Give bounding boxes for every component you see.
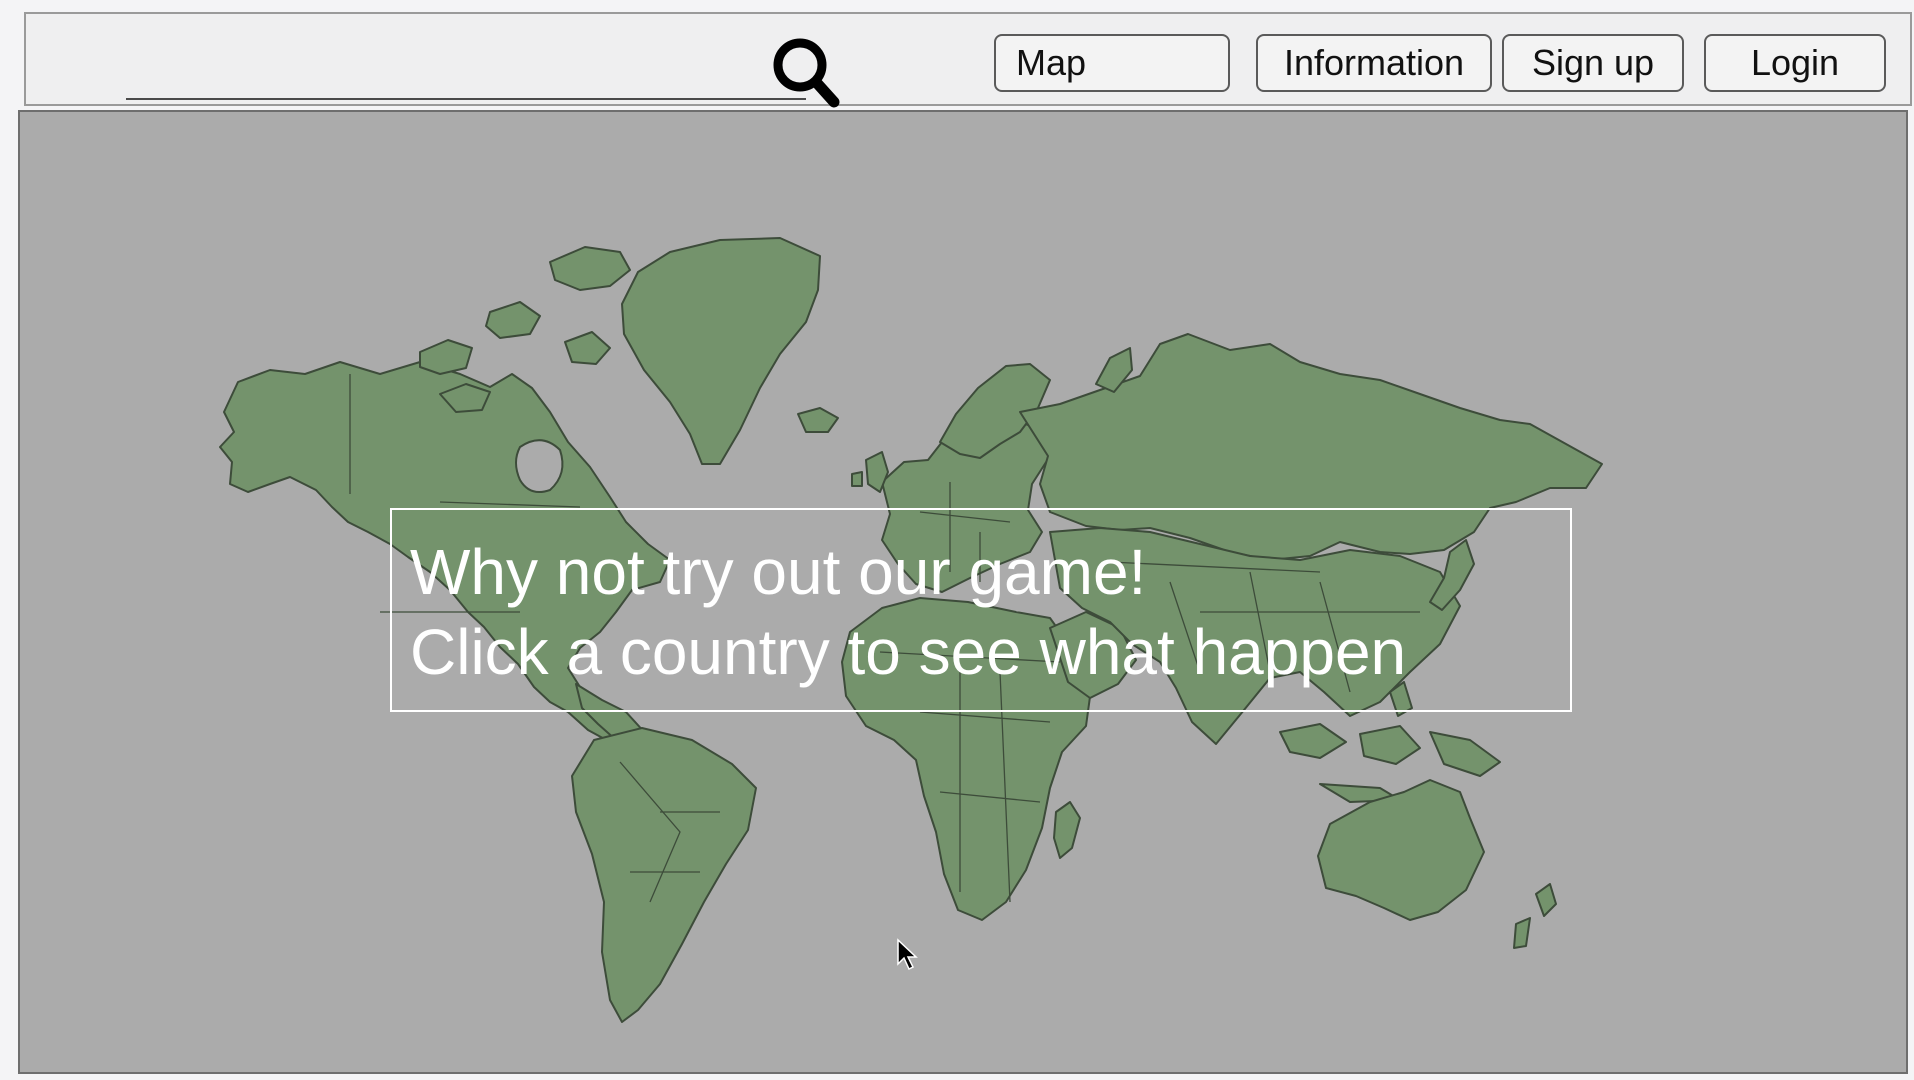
country-iceland[interactable] — [797, 407, 839, 433]
top-navigation-bar: Map Information Sign up Login — [24, 12, 1912, 108]
country-united-kingdom[interactable] — [851, 451, 889, 493]
country-north-america[interactable] — [219, 361, 671, 753]
search-icon — [773, 38, 840, 108]
country-greenland[interactable] — [621, 237, 821, 465]
search-button[interactable] — [768, 32, 844, 112]
country-africa[interactable] — [841, 597, 1093, 921]
world-map-panel: Why not try out our game! Click a countr… — [18, 110, 1908, 1074]
country-australia[interactable] — [1317, 779, 1485, 921]
country-new-zealand[interactable] — [1513, 883, 1557, 949]
map-button[interactable]: Map — [994, 34, 1230, 92]
login-button[interactable]: Login — [1704, 34, 1886, 92]
search-input[interactable] — [126, 42, 806, 100]
country-south-america[interactable] — [571, 727, 757, 1023]
country-southeast-asia-islands[interactable] — [1279, 681, 1501, 803]
information-button[interactable]: Information — [1256, 34, 1492, 92]
world-map — [219, 237, 1603, 1023]
page: Map Information Sign up Login Why not tr… — [0, 0, 1914, 1080]
sign-up-button[interactable]: Sign up — [1502, 34, 1684, 92]
country-madagascar[interactable] — [1053, 801, 1081, 859]
